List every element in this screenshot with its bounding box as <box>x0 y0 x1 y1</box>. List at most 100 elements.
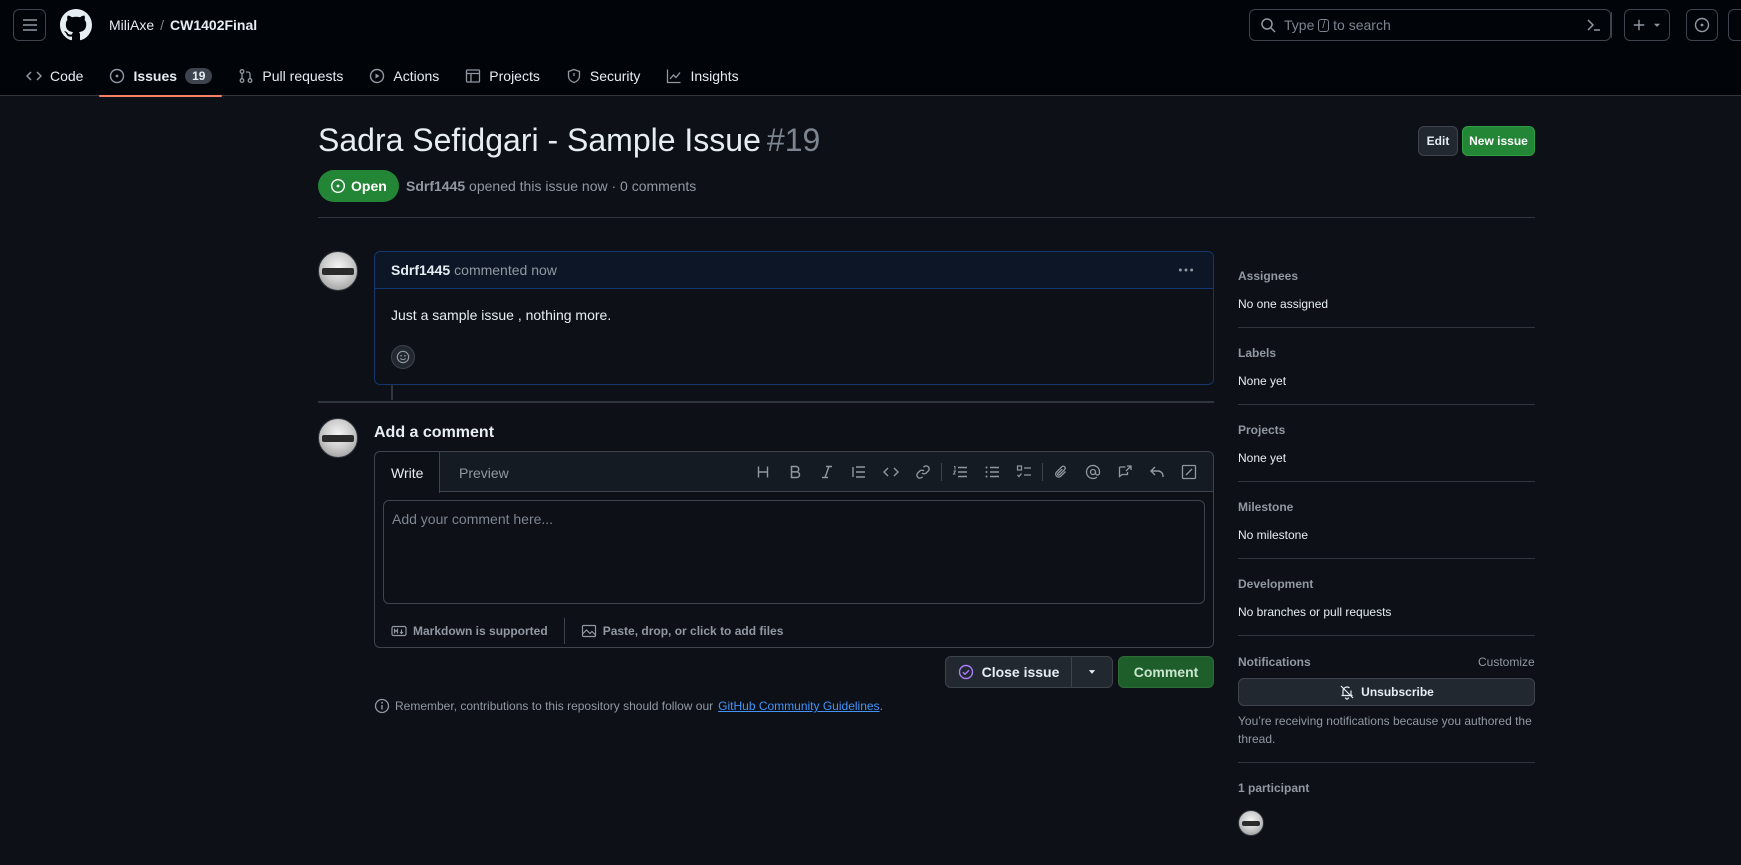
participant-avatar[interactable] <box>1238 810 1264 836</box>
command-palette-icon[interactable] <box>1586 17 1602 33</box>
search-icon <box>1261 18 1276 33</box>
header-divider <box>1611 12 1612 38</box>
tab-security[interactable]: Security <box>556 56 651 96</box>
comment-header: Sdrf1445 commented now <box>375 252 1213 289</box>
menu-button[interactable] <box>13 9 46 41</box>
global-header: MiliAxe / CW1402Final Type / to search Cod… <box>0 0 1741 97</box>
sidebar-milestone[interactable]: Milestone No milestone <box>1238 500 1535 542</box>
comment-button[interactable]: Comment <box>1118 656 1214 688</box>
create-new-button[interactable] <box>1624 9 1670 41</box>
issue-title-text: Sadra Sefidgari - Sample Issue <box>318 122 761 158</box>
markdown-icon <box>391 625 407 637</box>
customize-link[interactable]: Customize <box>1478 655 1535 669</box>
close-issue-button[interactable]: Close issue <box>946 657 1072 687</box>
sidebar-divider <box>1238 558 1535 559</box>
participants-label: 1 participant <box>1238 781 1310 795</box>
kebab-horizontal-icon[interactable] <box>1177 261 1195 279</box>
search-input[interactable]: Type / to search <box>1249 9 1611 41</box>
tab-issues[interactable]: Issues 19 <box>99 56 223 97</box>
tab-projects-label: Projects <box>489 68 540 84</box>
avatar[interactable] <box>318 251 358 291</box>
close-options-dropdown[interactable] <box>1072 657 1112 687</box>
guidelines-text: Remember, contributions to this reposito… <box>395 699 714 713</box>
heading-icon[interactable] <box>747 461 779 483</box>
tab-pull-requests[interactable]: Pull requests <box>228 56 353 96</box>
graph-icon <box>667 69 681 84</box>
issue-meta-text: opened this issue now · 0 comments <box>469 178 697 194</box>
quote-icon[interactable] <box>843 461 875 483</box>
github-logo[interactable] <box>60 9 92 41</box>
sidebar-development[interactable]: Development No branches or pull requests <box>1238 577 1535 619</box>
plus-icon <box>1633 19 1645 31</box>
tab-preview[interactable]: Preview <box>443 452 525 493</box>
reply-icon[interactable] <box>1141 461 1173 483</box>
owner-link[interactable]: MiliAxe <box>109 17 154 33</box>
github-mark-icon <box>60 9 92 41</box>
toolbar-divider <box>1042 463 1043 481</box>
cross-reference-icon[interactable] <box>1109 461 1141 483</box>
issue-opened-icon <box>330 178 346 194</box>
mention-icon[interactable] <box>1077 461 1109 483</box>
milestone-label: Milestone <box>1238 500 1294 514</box>
attach-files-button[interactable]: Paste, drop, or click to add files <box>603 624 784 638</box>
new-issue-button[interactable]: New issue <box>1462 126 1535 156</box>
notifications-reason: You’re receiving notifications because y… <box>1238 714 1532 746</box>
edit-button[interactable]: Edit <box>1418 126 1458 156</box>
tasklist-icon[interactable] <box>1008 461 1040 483</box>
tab-write[interactable]: Write <box>375 452 441 493</box>
projects-label: Projects <box>1238 423 1286 437</box>
projects-value: None yet <box>1238 451 1287 465</box>
triangle-down-icon <box>1088 670 1096 674</box>
unordered-list-icon[interactable] <box>976 461 1008 483</box>
image-icon <box>581 624 596 638</box>
ordered-list-icon[interactable] <box>944 461 976 483</box>
add-comment-heading: Add a comment <box>374 424 495 441</box>
search-shortcut-key: / <box>1318 18 1330 32</box>
italic-icon[interactable] <box>811 461 843 483</box>
tab-code-label: Code <box>50 68 84 84</box>
tab-insights[interactable]: Insights <box>656 56 748 96</box>
issue-opened-icon <box>110 68 125 84</box>
breadcrumb-separator: / <box>160 17 165 33</box>
your-issues-button[interactable] <box>1686 9 1718 41</box>
add-reaction-button[interactable] <box>391 345 415 369</box>
comment-textarea[interactable]: Add your comment here... <box>383 500 1205 604</box>
bold-icon[interactable] <box>779 461 811 483</box>
paperclip-icon[interactable] <box>1045 461 1077 483</box>
link-icon[interactable] <box>907 461 939 483</box>
issue-number: #19 <box>766 122 821 158</box>
tab-code[interactable]: Code <box>16 56 93 96</box>
tab-projects[interactable]: Projects <box>455 56 550 96</box>
repo-nav: Code Issues 19 Pull requests Actions Pro… <box>16 56 755 97</box>
comment-body: Just a sample issue , nothing more. <box>391 307 612 323</box>
fullscreen-icon[interactable] <box>1173 461 1205 483</box>
timeline-connector <box>391 385 393 400</box>
issue-state-badge: Open <box>318 170 399 202</box>
issue-author-link[interactable]: Sdrf1445 <box>406 178 465 194</box>
search-placeholder-suffix: to search <box>1333 17 1391 33</box>
pull-requests-button[interactable] <box>1728 9 1741 41</box>
sidebar-participants: 1 participant <box>1238 781 1535 795</box>
community-guidelines-link[interactable]: GitHub Community Guidelines <box>718 699 879 713</box>
unsubscribe-button[interactable]: Unsubscribe <box>1238 678 1535 706</box>
guidelines-note: Remember, contributions to this reposito… <box>374 698 883 714</box>
hamburger-icon <box>22 19 37 31</box>
comment-author-link[interactable]: Sdrf1445 <box>391 262 450 278</box>
search-placeholder-prefix: Type <box>1284 17 1315 33</box>
markdown-supported-link[interactable]: Markdown is supported <box>413 624 548 638</box>
guidelines-period: . <box>879 699 883 713</box>
issues-count-badge: 19 <box>185 68 213 84</box>
info-icon <box>374 698 390 714</box>
tab-actions-label: Actions <box>393 68 440 84</box>
sidebar-labels[interactable]: Labels None yet <box>1238 346 1535 388</box>
breadcrumb: MiliAxe / CW1402Final <box>109 17 257 33</box>
sidebar-assignees[interactable]: Assignees No one assigned <box>1238 269 1535 311</box>
milestone-value: No milestone <box>1238 528 1309 542</box>
repo-link[interactable]: CW1402Final <box>170 17 257 33</box>
smiley-icon <box>396 350 410 364</box>
development-label: Development <box>1238 577 1314 591</box>
avatar[interactable] <box>318 418 358 458</box>
tab-actions[interactable]: Actions <box>359 56 449 96</box>
code-icon[interactable] <box>875 461 907 483</box>
sidebar-projects[interactable]: Projects None yet <box>1238 423 1535 465</box>
